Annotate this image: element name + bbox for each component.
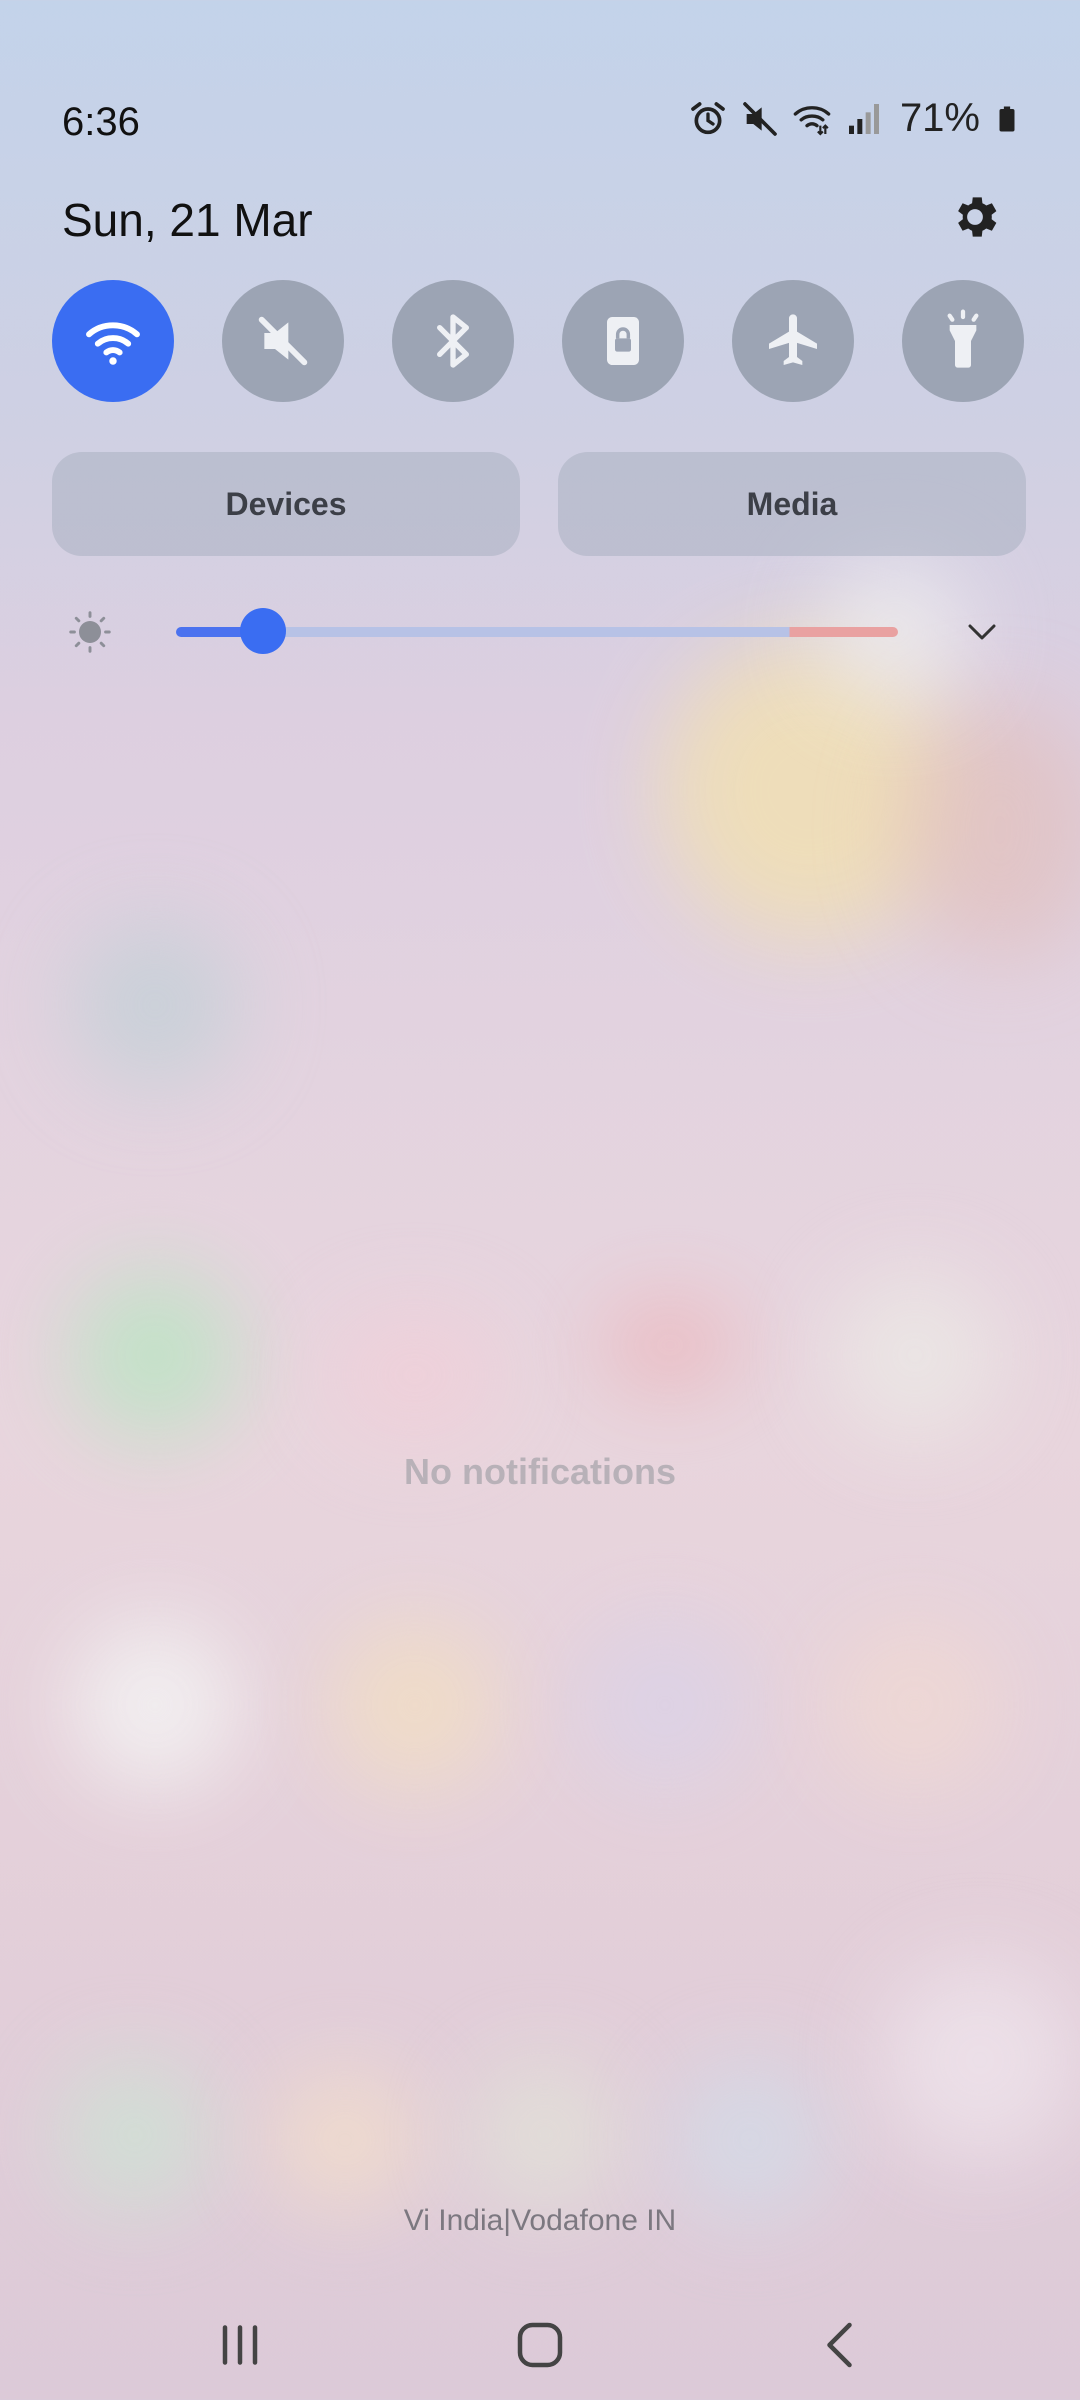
mute-toggle[interactable] <box>222 280 344 402</box>
wallpaper-blob <box>70 1620 240 1790</box>
media-label: Media <box>746 485 838 522</box>
mute-icon <box>743 101 777 136</box>
bluetooth-toggle[interactable] <box>392 280 514 402</box>
home-icon[interactable] <box>510 2315 570 2375</box>
status-icons: 71% <box>688 96 1022 141</box>
navigation-bar <box>0 2290 1080 2400</box>
wallpaper-blob <box>330 1620 500 1790</box>
rotation-lock-icon <box>607 317 639 365</box>
flashlight-toggle[interactable] <box>902 280 1024 402</box>
wallpaper-blob <box>470 2060 620 2210</box>
brightness-icon <box>69 611 111 653</box>
gear-icon[interactable] <box>948 190 1002 244</box>
wallpaper-blob <box>830 1620 1000 1790</box>
devices-label: Devices <box>225 485 347 522</box>
wifi-toggle[interactable] <box>52 280 174 402</box>
wallpaper-blob <box>60 2060 210 2210</box>
alarm-icon <box>691 101 725 134</box>
flashlight-icon <box>947 309 979 368</box>
wallpaper-blob <box>830 1270 1000 1440</box>
no-notifications-text: No notifications <box>404 1451 676 1492</box>
date-label: Sun, 21 Mar <box>62 194 313 246</box>
brightness-row <box>0 596 1080 666</box>
wallpaper-blob <box>70 920 240 1090</box>
devices-button[interactable]: Devices <box>52 452 520 556</box>
recents-icon[interactable] <box>210 2315 270 2375</box>
wallpaper-blob <box>880 1960 1080 2160</box>
airplane-toggle[interactable] <box>732 280 854 402</box>
back-icon[interactable] <box>812 2315 872 2375</box>
wallpaper-blob <box>70 1270 240 1440</box>
wallpaper-blob <box>330 1310 500 1440</box>
wallpaper-blob <box>900 700 1080 960</box>
wifi-icon <box>793 105 831 136</box>
status-bar: 6:36 71% <box>0 0 1080 210</box>
quick-toggles <box>52 280 1024 402</box>
signal-icon <box>848 103 879 134</box>
carrier-label: Vi India|Vodafone IN <box>403 2204 677 2237</box>
battery-percent: 71% <box>899 96 980 140</box>
wallpaper-blob <box>580 1620 750 1790</box>
wifi-icon <box>86 322 140 365</box>
brightness-thumb[interactable] <box>239 608 286 654</box>
chevron-down-icon[interactable] <box>962 614 1002 650</box>
wallpaper-blob <box>270 2070 420 2210</box>
bluetooth-icon <box>437 314 469 368</box>
media-button[interactable]: Media <box>558 452 1026 556</box>
mute-icon <box>258 316 308 366</box>
rotation-lock-toggle[interactable] <box>562 280 684 402</box>
status-time: 6:36 <box>62 100 140 144</box>
wallpaper-blob <box>670 2060 830 2220</box>
wallpaper-blob <box>600 1300 740 1390</box>
battery-icon <box>999 106 1015 131</box>
airplane-icon <box>769 314 817 365</box>
